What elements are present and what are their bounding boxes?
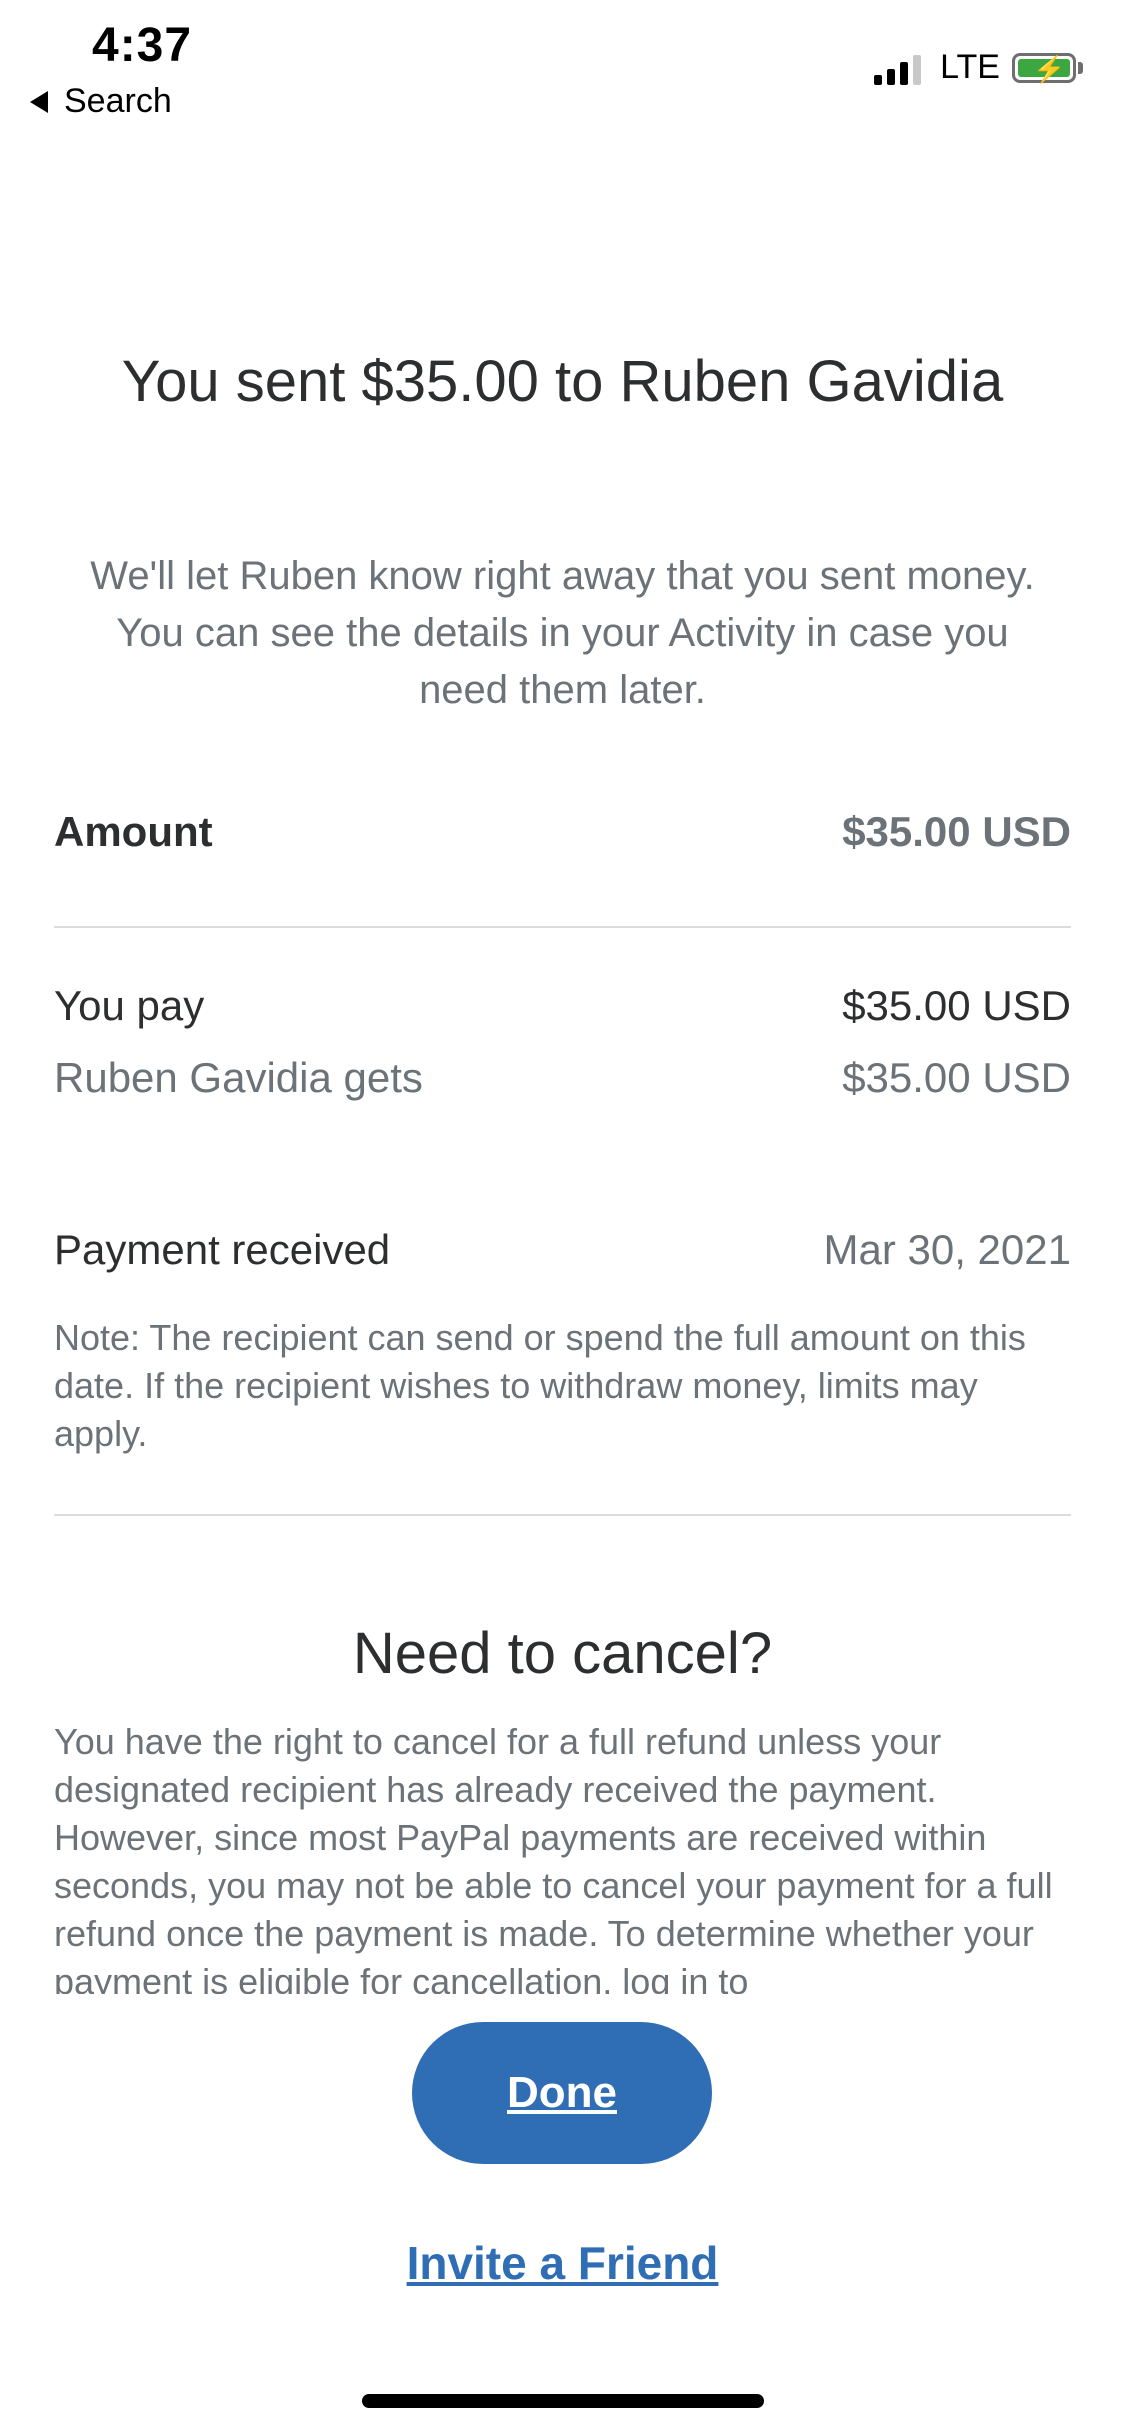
- network-type: LTE: [940, 48, 1000, 86]
- status-time: 4:37: [92, 19, 193, 72]
- invite-friend-link[interactable]: Invite a Friend: [0, 2236, 1125, 2290]
- you-pay-row: You pay $35.00 USD: [54, 982, 1071, 1030]
- divider: [54, 1514, 1071, 1516]
- cancel-section-title: Need to cancel?: [352, 1621, 773, 1686]
- you-pay-label: You pay: [54, 982, 205, 1029]
- battery-tip: [1078, 61, 1083, 74]
- back-arrow-icon: [30, 90, 48, 113]
- confirmation-title: You sent $35.00 to Ruben Gavidia: [121, 349, 1004, 414]
- amount-row: Amount $35.00 USD: [54, 808, 1071, 856]
- cancel-scroll-area[interactable]: You have the right to cancel for a full …: [54, 1718, 1071, 1994]
- confirmation-message: We'll let Ruben know right away that you…: [90, 554, 1035, 712]
- payment-received-label: Payment received: [54, 1226, 391, 1273]
- payment-received-date: Mar 30, 2021: [823, 1226, 1072, 1273]
- you-pay-value: $35.00 USD: [842, 982, 1071, 1029]
- payment-note: Note: The recipient can send or spend th…: [54, 1317, 1026, 1454]
- battery-charging-icon: ⚡: [1012, 52, 1076, 84]
- status-indicators: LTE ⚡: [874, 48, 1083, 87]
- cancel-policy-text: You have the right to cancel for a full …: [54, 1721, 1053, 1994]
- cellular-signal-icon: [874, 51, 926, 85]
- recipient-gets-label: Ruben Gavidia gets: [54, 1054, 423, 1101]
- recipient-gets-value: $35.00 USD: [842, 1054, 1071, 1101]
- divider: [54, 926, 1071, 928]
- recipient-gets-row: Ruben Gavidia gets $35.00 USD: [54, 1054, 1071, 1102]
- amount-value: $35.00 USD: [842, 808, 1071, 855]
- done-button[interactable]: Done: [412, 2022, 712, 2164]
- payment-received-row: Payment received Mar 30, 2021: [54, 1226, 1071, 1274]
- back-to-search-link[interactable]: Search: [30, 82, 172, 121]
- amount-label: Amount: [54, 808, 213, 855]
- home-indicator[interactable]: [362, 2394, 764, 2408]
- back-label: Search: [64, 82, 172, 120]
